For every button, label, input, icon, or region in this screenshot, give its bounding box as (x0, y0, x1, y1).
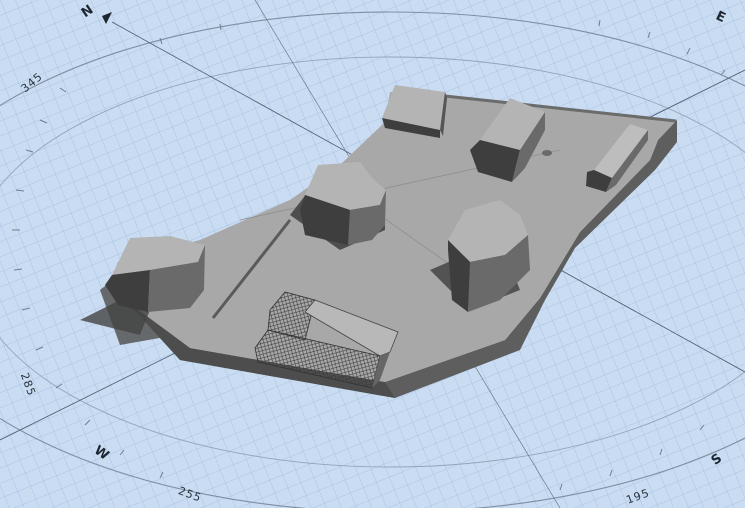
3d-viewport[interactable]: N E S W 345 285 255 195 (0, 0, 745, 508)
scene-canvas[interactable] (0, 0, 745, 508)
